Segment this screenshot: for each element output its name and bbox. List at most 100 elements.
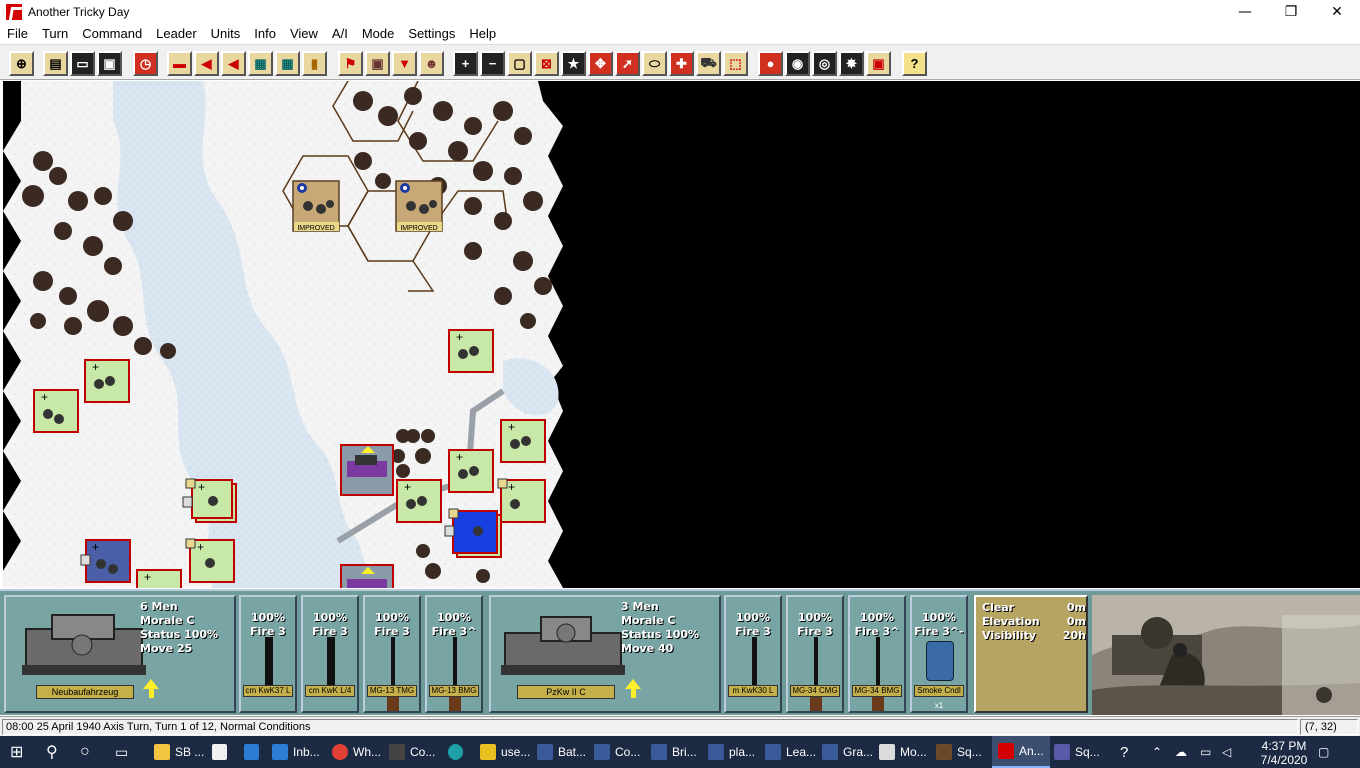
drop-down-button[interactable]: ▼ (392, 51, 417, 76)
group-button[interactable]: ▣ (866, 51, 891, 76)
infantry-counter[interactable]: + (500, 479, 546, 523)
taskbar-store[interactable] (212, 736, 232, 768)
report-button[interactable]: ▤ (43, 51, 68, 76)
selected-unit-counter[interactable] (452, 510, 502, 558)
network-tray[interactable]: ▭ (1200, 736, 1218, 768)
arrow-button[interactable]: ➚ (615, 51, 640, 76)
taskbar-item-explorer[interactable]: SB ... (154, 736, 204, 768)
taskbar-item-bri[interactable]: Bri... (651, 736, 697, 768)
taskbar-item-mail[interactable]: Inb... (272, 736, 320, 768)
improved-position-counter[interactable]: IMPROVED (292, 180, 340, 232)
save-button[interactable]: ▣ (97, 51, 122, 76)
transport-button[interactable]: ⛟ (696, 51, 721, 76)
weapon-slot-8[interactable]: 100% Fire 3^- Smoke Cndl x1 (910, 595, 968, 713)
infantry-counter[interactable]: + (448, 329, 494, 373)
help-tray-button[interactable]: ? (1120, 736, 1142, 768)
infantry-counter[interactable]: + (500, 419, 546, 463)
weapon-slot-7[interactable]: 100% Fire 3^ MG-34 BMG (848, 595, 906, 713)
weapon-slot-2[interactable]: 100% Fire 3 cm KwK L/4 (301, 595, 359, 713)
menu-units[interactable]: Units (204, 26, 248, 41)
taskbar-item-chrome[interactable]: Wh... (332, 736, 381, 768)
flag-button[interactable]: ⚑ (338, 51, 363, 76)
infantry-counter[interactable]: + (189, 539, 235, 583)
task-view-button[interactable]: ▭ (115, 736, 135, 768)
explosion-button[interactable]: ✸ (839, 51, 864, 76)
taskbar-item-gra[interactable]: Gra... (822, 736, 873, 768)
menu-info[interactable]: Info (247, 26, 283, 41)
menu-leader[interactable]: Leader (149, 26, 203, 41)
tank-counter[interactable] (340, 564, 394, 588)
frame-button[interactable]: ▢ (507, 51, 532, 76)
unit-card-1[interactable]: 6 Men Morale C Status 100% Move 25 Neuba… (4, 595, 236, 713)
search-button[interactable]: ⚲ (46, 736, 66, 768)
weapon-slot-6[interactable]: 100% Fire 3 MG-34 CMG (786, 595, 844, 713)
goto-hex-button[interactable]: ⊕ (9, 51, 34, 76)
star-button[interactable]: ★ (561, 51, 586, 76)
taskbar-item-sq1[interactable]: Sq... (936, 736, 982, 768)
infantry-counter[interactable]: + (448, 449, 494, 493)
leader-button[interactable]: ☻ (419, 51, 444, 76)
retreat-all-button[interactable]: ◀ (221, 51, 246, 76)
unit-card-2[interactable]: 3 Men Morale C Status 100% Move 40 PzKw … (489, 595, 721, 713)
medic-button[interactable]: ✚ (669, 51, 694, 76)
fire-button[interactable]: ▬ (167, 51, 192, 76)
cortana-button[interactable]: ○ (80, 736, 100, 768)
hide-button[interactable]: ◉ (785, 51, 810, 76)
menu-turn[interactable]: Turn (35, 26, 75, 41)
objectives-button[interactable]: ▣ (365, 51, 390, 76)
taskbar-item-co1[interactable]: Co... (389, 736, 435, 768)
menu-command[interactable]: Command (75, 26, 149, 41)
maximize-button[interactable]: ❐ (1268, 0, 1314, 23)
taskbar-item-sq2[interactable]: Sq... (1054, 736, 1100, 768)
infantry-counter[interactable]: + (396, 479, 442, 523)
taskbar-item-co2[interactable]: Co... (594, 736, 640, 768)
system-clock[interactable]: 4:37 PM 7/4/2020 (1254, 739, 1314, 767)
help-button[interactable]: ? (902, 51, 927, 76)
taskbar-item-active[interactable]: An... (992, 736, 1050, 768)
show-units-button[interactable]: ▦ (275, 51, 300, 76)
taskbar-edge[interactable] (448, 736, 468, 768)
disk-button[interactable]: ◎ (812, 51, 837, 76)
retreat-button[interactable]: ◀ (194, 51, 219, 76)
taskbar-item-bat[interactable]: Bat... (537, 736, 586, 768)
rally-button[interactable]: ⬭ (642, 51, 667, 76)
taskbar-item-lea[interactable]: Lea... (765, 736, 816, 768)
weapon-slot-1[interactable]: 100% Fire 3 cm KwK37 L (239, 595, 297, 713)
notifications-button[interactable]: ▢ (1318, 736, 1338, 768)
target-button[interactable]: ✥ (588, 51, 613, 76)
taskbar-item-use[interactable]: use... (480, 736, 530, 768)
infantry-counter[interactable]: + (191, 479, 237, 523)
weapon-slot-4[interactable]: 100% Fire 3^ MG-13 BMG (425, 595, 483, 713)
minimize-button[interactable]: — (1222, 0, 1268, 23)
volume-tray[interactable]: ◁ (1222, 736, 1240, 768)
start-button[interactable]: ⊞ (10, 736, 30, 768)
move-sel-button[interactable]: ⬚ (723, 51, 748, 76)
battle-map[interactable]: IMPROVED IMPROVED + + + + + + + + + + + (3, 81, 1360, 588)
combat-info-button[interactable]: ◷ (133, 51, 158, 76)
infantry-counter[interactable]: + (33, 389, 79, 433)
taskbar-item-mo[interactable]: Mo... (879, 736, 927, 768)
menu-mode[interactable]: Mode (355, 26, 402, 41)
load-button[interactable]: ▭ (70, 51, 95, 76)
menu-settings[interactable]: Settings (401, 26, 462, 41)
victory-button[interactable]: ● (758, 51, 783, 76)
menu-view[interactable]: View (283, 26, 325, 41)
weapon-slot-3[interactable]: 100% Fire 3 MG-13 TMG (363, 595, 421, 713)
zoom-out-button[interactable]: − (480, 51, 505, 76)
frame-x-button[interactable]: ⊠ (534, 51, 559, 76)
menu-help[interactable]: Help (462, 26, 503, 41)
taskbar-edge-old[interactable] (244, 736, 264, 768)
menu-ai[interactable]: A/I (325, 26, 355, 41)
weapon-slot-5[interactable]: 100% Fire 3 m KwK30 L (724, 595, 782, 713)
map-view-button[interactable]: ▦ (248, 51, 273, 76)
zoom-in-button[interactable]: + (453, 51, 478, 76)
infantry-counter[interactable]: + (136, 569, 182, 588)
menu-file[interactable]: File (0, 26, 35, 41)
tank-counter[interactable] (340, 444, 394, 496)
close-button[interactable]: ✕ (1314, 0, 1360, 23)
taskbar-item-pla[interactable]: pla... (708, 736, 755, 768)
tray-expand-button[interactable]: ⌃ (1152, 736, 1166, 768)
infantry-counter[interactable]: + (84, 359, 130, 403)
improved-position-counter[interactable]: IMPROVED (395, 180, 443, 232)
onedrive-tray[interactable]: ☁ (1175, 736, 1193, 768)
